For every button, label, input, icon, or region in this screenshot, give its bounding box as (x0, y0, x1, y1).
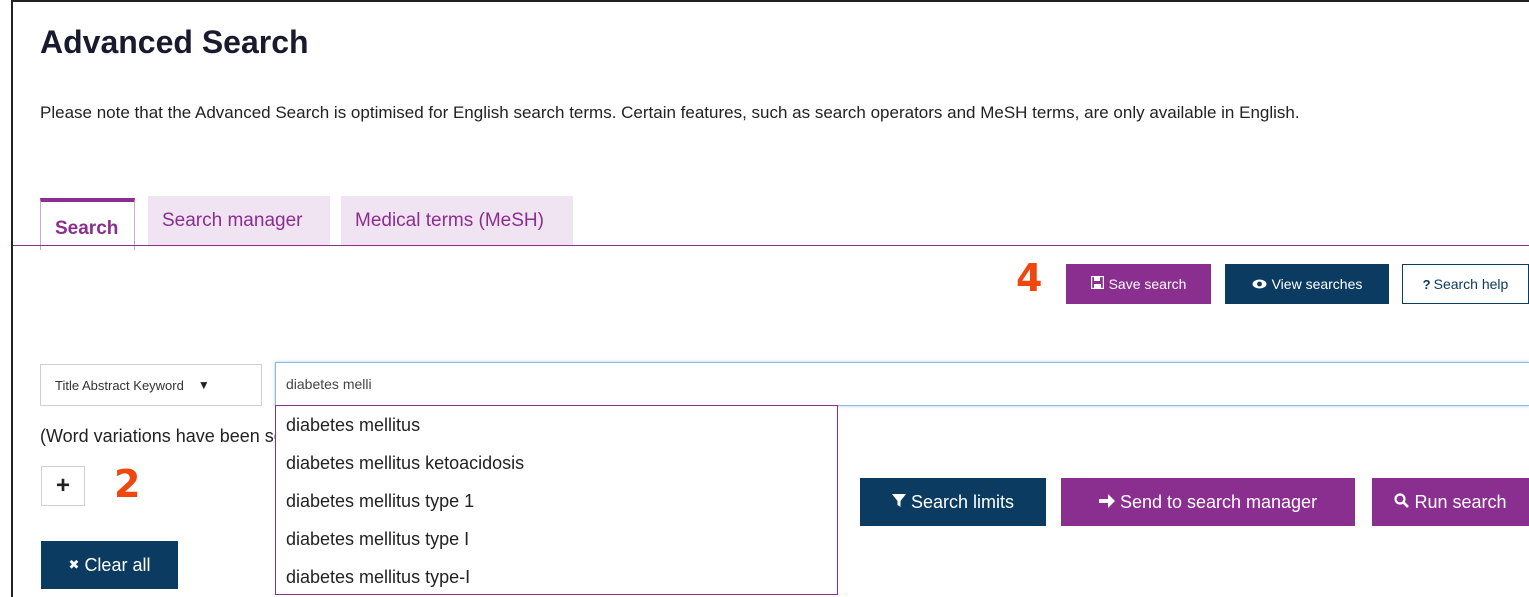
language-note: Please note that the Advanced Search is … (40, 103, 1300, 122)
filter-icon (891, 493, 906, 511)
tabbar-divider (13, 245, 1529, 246)
send-to-search-manager-label: Send to search manager (1119, 491, 1318, 512)
tab-medical-terms[interactable]: Medical terms (MeSH) (341, 196, 573, 246)
search-limits-button[interactable]: Search limits (860, 478, 1046, 526)
save-search-label: Save search (1108, 276, 1187, 292)
autocomplete-dropdown: diabetes mellitus diabetes mellitus keto… (275, 405, 838, 595)
eye-icon (1252, 277, 1267, 292)
search-field-label: Title Abstract Keyword (55, 377, 184, 393)
add-row-button[interactable]: + (41, 466, 85, 506)
view-searches-button[interactable]: View searches (1225, 264, 1389, 304)
suggestion-item[interactable]: diabetes mellitus type-I (276, 558, 837, 596)
tab-search[interactable]: Search (40, 198, 135, 250)
save-search-button[interactable]: Save search (1066, 264, 1211, 304)
arrow-right-icon (1098, 493, 1115, 511)
search-help-button[interactable]: ? Search help (1402, 264, 1529, 304)
suggestion-item[interactable]: diabetes mellitus type 1 (276, 482, 837, 520)
clear-all-label: Clear all (84, 554, 151, 575)
tab-search-manager[interactable]: Search manager (148, 196, 330, 246)
frame-left-border (11, 0, 13, 597)
word-variations-note: (Word variations have been searched) (40, 426, 276, 446)
run-search-label: Run search (1414, 491, 1507, 512)
page-title: Advanced Search (40, 24, 309, 60)
question-icon: ? (1422, 276, 1431, 292)
suggestion-item[interactable]: diabetes mellitus (276, 406, 837, 444)
send-to-search-manager-button[interactable]: Send to search manager (1061, 478, 1355, 526)
clear-all-button[interactable]: ✖ Clear all (41, 541, 178, 589)
annotation-2: 2 (114, 462, 141, 506)
suggestion-item[interactable]: diabetes mellitus type I (276, 520, 837, 558)
search-field-select[interactable]: Title Abstract Keyword ▼ (40, 364, 262, 406)
run-search-button[interactable]: Run search (1372, 478, 1529, 526)
close-icon: ✖ (68, 557, 80, 572)
search-query-input[interactable] (275, 362, 1529, 406)
frame-top-border (11, 0, 1529, 2)
view-searches-label: View searches (1271, 276, 1363, 292)
search-limits-label: Search limits (910, 491, 1015, 512)
search-icon (1394, 493, 1410, 511)
search-help-label: Search help (1433, 276, 1509, 292)
floppy-disk-icon (1090, 275, 1104, 292)
suggestion-item[interactable]: diabetes mellitus ketoacidosis (276, 444, 837, 482)
caret-down-icon: ▼ (197, 378, 210, 392)
annotation-4: 4 (1016, 256, 1043, 300)
